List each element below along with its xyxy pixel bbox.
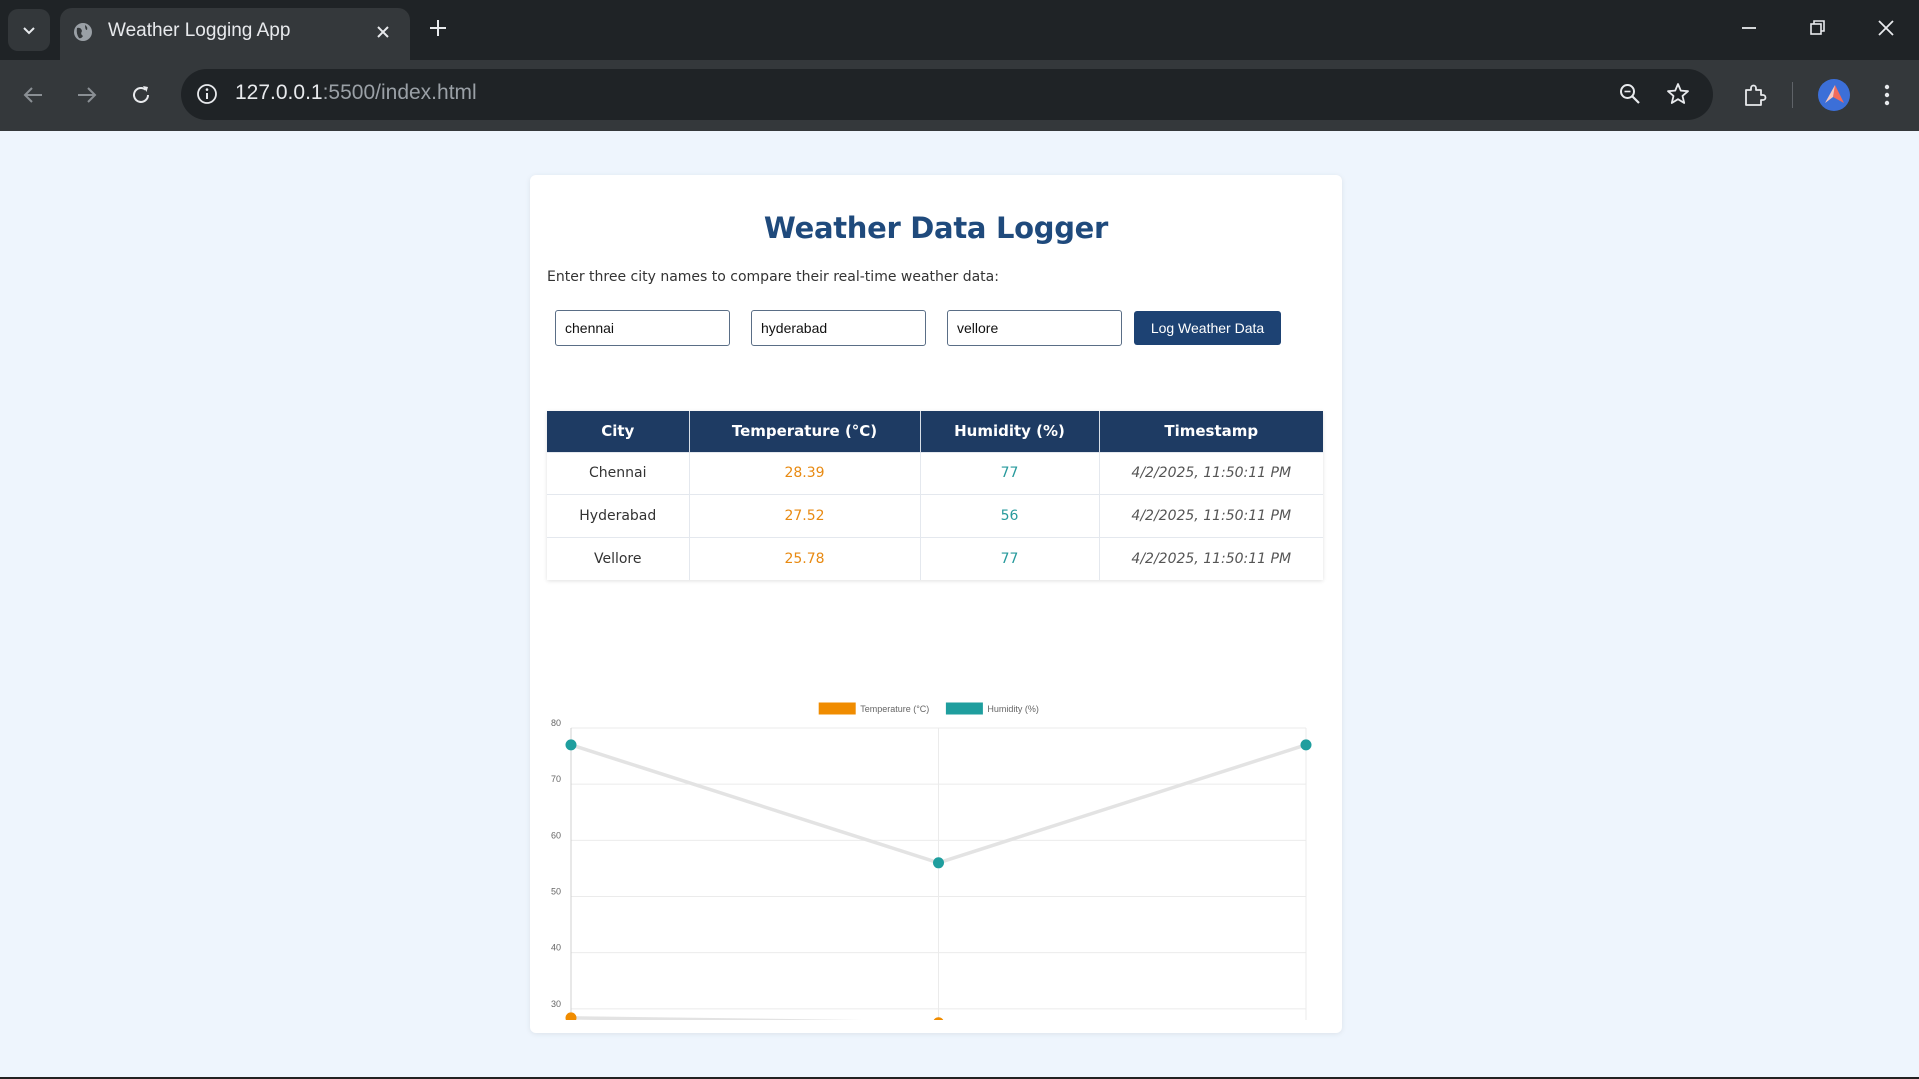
- y-tick-label: 40: [551, 943, 561, 953]
- cell-city: Hyderabad: [547, 494, 690, 537]
- tab-search-button[interactable]: [8, 9, 50, 51]
- data-point: [565, 1012, 577, 1020]
- browser-toolbar: 127.0.0.1:5500/index.html: [0, 60, 1919, 131]
- instructions-text: Enter three city names to compare their …: [547, 269, 999, 285]
- header-timestamp: Timestamp: [1099, 411, 1323, 452]
- cell-humidity: 56: [920, 494, 1100, 537]
- legend-swatch: [818, 702, 856, 715]
- close-icon[interactable]: [372, 21, 394, 43]
- cell-city: Vellore: [547, 536, 690, 580]
- header-temperature: Temperature (°C): [689, 411, 921, 452]
- page-title: Weather Data Logger: [763, 211, 1109, 245]
- header-humidity: Humidity (%): [920, 411, 1100, 452]
- y-tick-label: 80: [551, 718, 561, 728]
- cell-humidity: 77: [920, 536, 1100, 580]
- cell-timestamp: 4/2/2025, 11:50:11 PM: [1099, 451, 1323, 495]
- zoom-icon[interactable]: [1617, 81, 1643, 107]
- table-row: Vellore 25.78 77 4/2/2025, 11:50:11 PM: [547, 536, 1323, 580]
- reload-icon[interactable]: [126, 80, 156, 110]
- cell-temperature: 25.78: [689, 536, 921, 580]
- data-point: [933, 1017, 944, 1020]
- url-text[interactable]: 127.0.0.1:5500/index.html: [235, 81, 477, 105]
- data-point: [1300, 739, 1312, 751]
- y-tick-label: 30: [551, 999, 561, 1009]
- city-input-1[interactable]: [555, 310, 730, 346]
- forward-arrow-icon[interactable]: [72, 80, 102, 110]
- cell-humidity: 77: [920, 451, 1100, 495]
- profile-avatar[interactable]: [1818, 79, 1850, 111]
- legend-label: Humidity (%): [987, 704, 1039, 714]
- header-city: City: [547, 411, 690, 452]
- extensions-puzzle-icon[interactable]: [1740, 80, 1770, 110]
- legend-label: Temperature (°C): [860, 704, 929, 714]
- log-weather-button[interactable]: Log Weather Data: [1134, 311, 1281, 345]
- toolbar-separator: [1792, 82, 1793, 108]
- cell-timestamp: 4/2/2025, 11:50:11 PM: [1099, 536, 1323, 580]
- active-tab[interactable]: Weather Logging App: [60, 8, 410, 60]
- site-info-icon[interactable]: [195, 82, 219, 106]
- table-row: Chennai 28.39 77 4/2/2025, 11:50:11 PM: [547, 451, 1323, 495]
- tab-title: Weather Logging App: [108, 20, 291, 41]
- url-path: :5500/index.html: [322, 81, 477, 104]
- y-tick-label: 70: [551, 774, 561, 784]
- legend-swatch: [945, 702, 983, 715]
- logger-card: Weather Data Logger Enter three city nam…: [530, 175, 1342, 1033]
- weather-table: City Temperature (°C) Humidity (%) Times…: [547, 411, 1323, 580]
- more-menu-icon[interactable]: [1872, 80, 1902, 110]
- table-row: Hyderabad 27.52 56 4/2/2025, 11:50:11 PM: [547, 494, 1323, 537]
- weather-line-chart: 20304050607080chennaihyderabadvelloreTem…: [551, 702, 1312, 1020]
- bookmark-star-icon[interactable]: [1665, 81, 1691, 107]
- cell-temperature: 28.39: [689, 451, 921, 495]
- table-header-row: City Temperature (°C) Humidity (%) Times…: [547, 411, 1323, 452]
- close-window-icon[interactable]: [1872, 14, 1900, 42]
- chevron-down-icon: [23, 27, 35, 35]
- restore-icon[interactable]: [1803, 14, 1831, 42]
- profile-avatar-image: [1825, 85, 1844, 103]
- back-arrow-icon[interactable]: [18, 80, 48, 110]
- minimize-icon[interactable]: [1735, 14, 1763, 42]
- data-point: [565, 739, 577, 751]
- y-tick-label: 60: [551, 830, 561, 840]
- globe-icon: [74, 23, 92, 41]
- address-bar[interactable]: 127.0.0.1:5500/index.html: [181, 69, 1713, 120]
- browser-tab-strip: Weather Logging App: [0, 0, 1919, 60]
- url-host: 127.0.0.1: [235, 81, 323, 104]
- cell-temperature: 27.52: [689, 494, 921, 537]
- y-tick-label: 50: [551, 887, 561, 897]
- cell-city: Chennai: [547, 451, 690, 495]
- city-input-3[interactable]: [947, 310, 1122, 346]
- new-tab-plus-icon[interactable]: [424, 14, 452, 42]
- data-point: [933, 857, 944, 869]
- cell-timestamp: 4/2/2025, 11:50:11 PM: [1099, 494, 1323, 537]
- city-input-2[interactable]: [751, 310, 926, 346]
